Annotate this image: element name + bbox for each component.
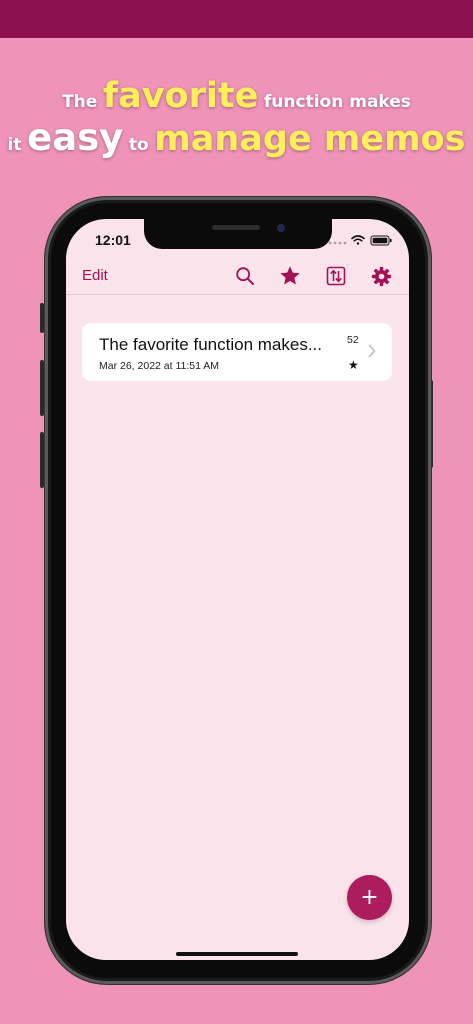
camera-icon: [277, 224, 285, 232]
signal-icon: [328, 241, 347, 245]
status-icons: [328, 235, 392, 246]
home-indicator: [176, 952, 298, 956]
volume-down-button: [40, 432, 44, 488]
notch: [144, 219, 332, 249]
star-icon[interactable]: [277, 263, 303, 289]
promo-highlight: favorite: [102, 76, 259, 116]
promo-text: function makes: [263, 92, 411, 112]
memo-title: The favorite function makes...: [99, 335, 322, 354]
memo-char-count: 52: [347, 334, 359, 346]
memo-date: Mar 26, 2022 at 11:51 AM: [99, 360, 220, 372]
favorite-star-icon: ★: [348, 358, 359, 372]
edit-button[interactable]: Edit: [82, 267, 108, 284]
promo-text: The: [62, 92, 98, 112]
top-band: [0, 0, 473, 38]
phone-screen: 12:01 Edit The favorite function makes..…: [66, 219, 409, 960]
wifi-icon: [351, 235, 365, 245]
memo-list-item[interactable]: The favorite function makes... Mar 26, 2…: [82, 323, 392, 381]
add-memo-button[interactable]: +: [347, 875, 392, 920]
promo-text: to: [128, 135, 149, 155]
speaker-grille: [212, 225, 260, 230]
promo-text: it: [7, 135, 22, 155]
mute-switch: [40, 303, 44, 333]
gear-icon[interactable]: [368, 263, 394, 289]
navigation-bar: Edit: [66, 261, 409, 295]
promo-highlight: manage memos: [154, 119, 466, 159]
status-time: 12:01: [95, 232, 131, 248]
search-icon[interactable]: [232, 263, 258, 289]
sort-icon[interactable]: [323, 263, 349, 289]
promo-headline-line2: it easy to manage memos: [0, 116, 473, 159]
chevron-right-icon: [368, 344, 376, 358]
promo-headline-line1: The favorite function makes: [0, 76, 473, 116]
promo-big-word: easy: [27, 116, 124, 159]
battery-icon: [370, 235, 392, 246]
volume-up-button: [40, 360, 44, 416]
